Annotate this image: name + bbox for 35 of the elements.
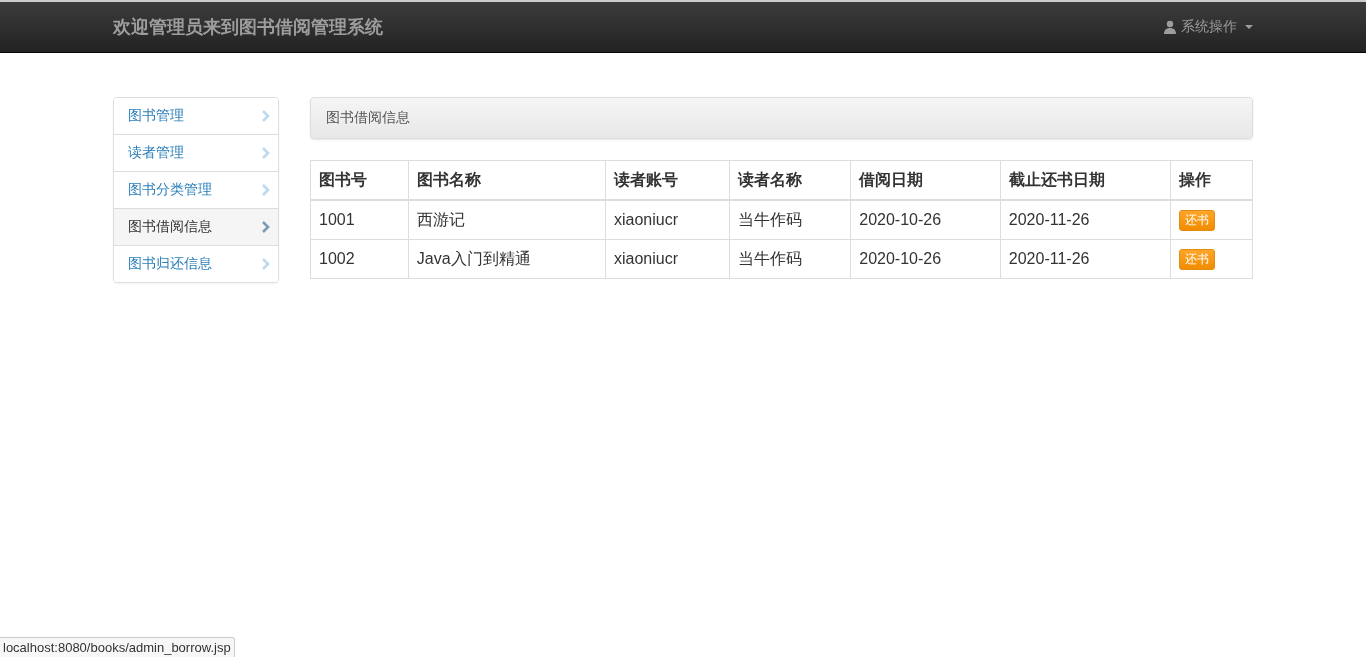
chevron-right-icon [262, 258, 270, 270]
system-menu[interactable]: 系统操作 [1163, 18, 1253, 36]
panel-title: 图书借阅信息 [326, 109, 410, 127]
sidebar-item[interactable]: 图书管理 [114, 98, 278, 134]
table-cell: 1001 [310, 200, 409, 240]
column-header: 借阅日期 [850, 160, 1001, 200]
table-cell: 当牛作码 [729, 239, 851, 279]
sidebar-item[interactable]: 图书借阅信息 [114, 208, 278, 245]
table-cell: Java入门到精通 [408, 239, 606, 279]
chevron-right-icon [262, 221, 270, 233]
table-cell: 2020-10-26 [850, 200, 1001, 240]
column-header: 操作 [1170, 160, 1253, 200]
brand-title: 欢迎管理员来到图书借阅管理系统 [113, 16, 383, 39]
table-cell: 1002 [310, 239, 409, 279]
user-icon [1163, 20, 1177, 34]
sidebar-item[interactable]: 图书分类管理 [114, 171, 278, 208]
table-cell: xiaoniucr [605, 239, 730, 279]
status-bar-url: localhost:8080/books/admin_borrow.jsp [0, 637, 235, 657]
table-cell: xiaoniucr [605, 200, 730, 240]
column-header: 截止还书日期 [1000, 160, 1171, 200]
column-header: 读者账号 [605, 160, 730, 200]
table-cell: 2020-10-26 [850, 239, 1001, 279]
chevron-right-icon [262, 147, 270, 159]
chevron-right-icon [262, 184, 270, 196]
chevron-right-icon [262, 110, 270, 122]
table-cell: 2020-11-26 [1000, 239, 1171, 279]
table-cell: 当牛作码 [729, 200, 851, 240]
column-header: 图书名称 [408, 160, 606, 200]
table-cell: 西游记 [408, 200, 606, 240]
table-cell: 2020-11-26 [1000, 200, 1171, 240]
caret-icon [1245, 25, 1253, 29]
column-header: 图书号 [310, 160, 409, 200]
sidebar-item[interactable]: 图书归还信息 [114, 245, 278, 282]
column-header: 读者名称 [729, 160, 851, 200]
sidebar-item[interactable]: 读者管理 [114, 134, 278, 171]
